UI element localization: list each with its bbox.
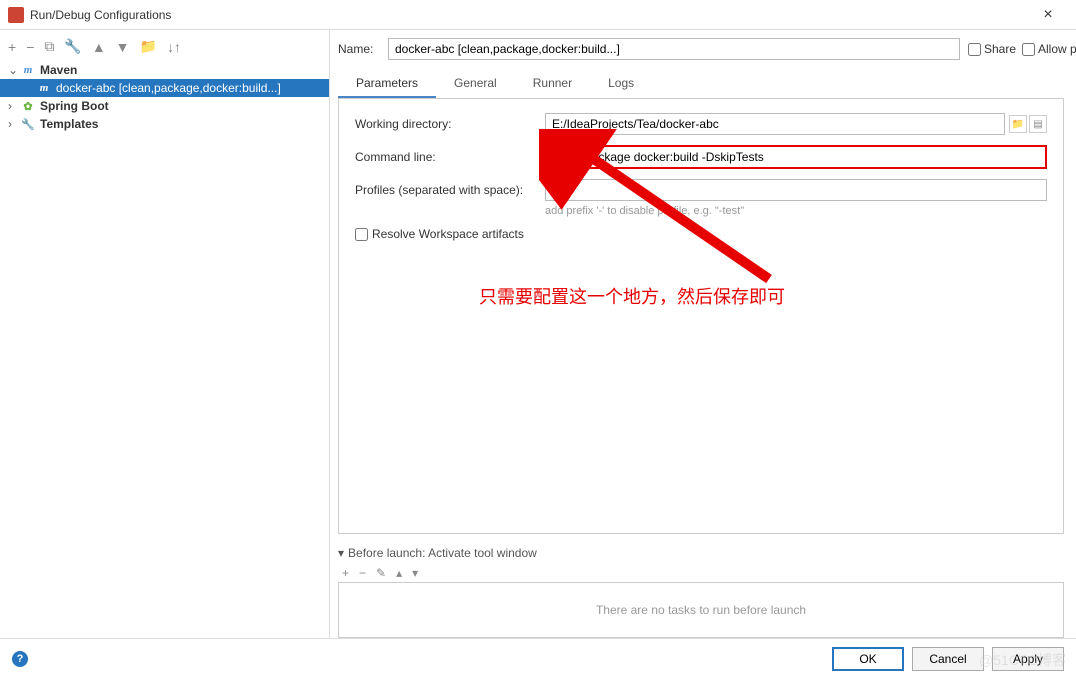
- down-icon[interactable]: ▼: [116, 39, 130, 55]
- before-launch-header[interactable]: ▾ Before launch: Activate tool window: [338, 542, 1064, 564]
- tree-maven[interactable]: m Maven: [0, 61, 329, 79]
- close-icon[interactable]: ×: [1028, 6, 1068, 24]
- maven-icon: m: [20, 63, 36, 77]
- tab-general[interactable]: General: [436, 70, 515, 98]
- tab-runner[interactable]: Runner: [515, 70, 590, 98]
- cmdline-label: Command line:: [355, 150, 545, 164]
- parallel-checkbox[interactable]: Allow parallel run: [1022, 42, 1064, 56]
- before-launch-title: Before launch: Activate tool window: [348, 546, 537, 560]
- name-label: Name:: [338, 42, 380, 56]
- bl-remove-icon[interactable]: −: [359, 566, 366, 580]
- sort-icon[interactable]: ↓↑: [167, 39, 181, 55]
- app-icon: [8, 7, 24, 23]
- cmdline-input[interactable]: [545, 145, 1047, 169]
- maven-icon: m: [36, 81, 52, 95]
- bl-add-icon[interactable]: +: [342, 566, 349, 580]
- up-icon[interactable]: ▲: [92, 39, 106, 55]
- workdir-input[interactable]: [545, 113, 1005, 135]
- tree-templates-label: Templates: [40, 117, 98, 131]
- titlebar: Run/Debug Configurations ×: [0, 0, 1076, 30]
- settings-icon[interactable]: 🔧: [64, 38, 81, 55]
- tree-spring-label: Spring Boot: [40, 99, 109, 113]
- workdir-label: Working directory:: [355, 117, 545, 131]
- remove-icon[interactable]: −: [26, 39, 34, 55]
- name-input[interactable]: [388, 38, 960, 60]
- parameters-panel: Working directory: 📁 ▤ Command line: Pro…: [338, 99, 1064, 534]
- tab-parameters[interactable]: Parameters: [338, 70, 436, 98]
- tree-maven-label: Maven: [40, 63, 77, 77]
- copy-icon[interactable]: ⧉: [44, 38, 54, 55]
- bl-down-icon[interactable]: ▾: [412, 566, 418, 580]
- add-icon[interactable]: +: [8, 39, 16, 55]
- sidebar-toolbar: + − ⧉ 🔧 ▲ ▼ 📁 ↓↑: [0, 34, 329, 61]
- bl-edit-icon[interactable]: ✎: [376, 566, 386, 580]
- config-tree: m Maven m docker-abc [clean,package,dock…: [0, 61, 329, 634]
- expand-icon: ▾: [338, 546, 344, 560]
- help-icon[interactable]: ?: [12, 651, 28, 667]
- tabs: Parameters General Runner Logs: [338, 70, 1064, 99]
- tab-logs[interactable]: Logs: [590, 70, 652, 98]
- profiles-hint: add prefix '-' to disable profile, e.g. …: [545, 205, 1047, 217]
- sidebar: + − ⧉ 🔧 ▲ ▼ 📁 ↓↑ m Maven m docker-abc [c…: [0, 30, 330, 638]
- footer: ? OK Cancel Apply: [0, 638, 1076, 678]
- share-checkbox[interactable]: Share: [968, 42, 1010, 56]
- tree-spring[interactable]: ✿ Spring Boot: [0, 97, 329, 115]
- tree-maven-child-label: docker-abc [clean,package,docker:build..…: [56, 81, 281, 95]
- insert-icon[interactable]: ▤: [1029, 115, 1047, 133]
- before-launch-empty: There are no tasks to run before launch: [338, 582, 1064, 638]
- annotation-text: 只需要配置这一个地方，然后保存即可: [479, 283, 785, 309]
- profiles-label: Profiles (separated with space):: [355, 183, 545, 197]
- window-title: Run/Debug Configurations: [30, 8, 1028, 22]
- apply-button[interactable]: Apply: [992, 647, 1064, 671]
- ok-button[interactable]: OK: [832, 647, 904, 671]
- browse-icon[interactable]: 📁: [1009, 115, 1027, 133]
- tree-maven-child[interactable]: m docker-abc [clean,package,docker:build…: [0, 79, 329, 97]
- profiles-input[interactable]: [545, 179, 1047, 201]
- content: Name: Share Allow parallel run Parameter…: [330, 30, 1076, 638]
- folder-icon[interactable]: 📁: [140, 38, 157, 55]
- before-launch: ▾ Before launch: Activate tool window + …: [338, 542, 1064, 638]
- wrench-icon: 🔧: [20, 117, 36, 131]
- cancel-button[interactable]: Cancel: [912, 647, 984, 671]
- spring-icon: ✿: [20, 99, 36, 113]
- resolve-label: Resolve Workspace artifacts: [372, 227, 524, 241]
- resolve-checkbox[interactable]: [355, 228, 368, 241]
- bl-up-icon[interactable]: ▴: [396, 566, 402, 580]
- tree-templates[interactable]: 🔧 Templates: [0, 115, 329, 133]
